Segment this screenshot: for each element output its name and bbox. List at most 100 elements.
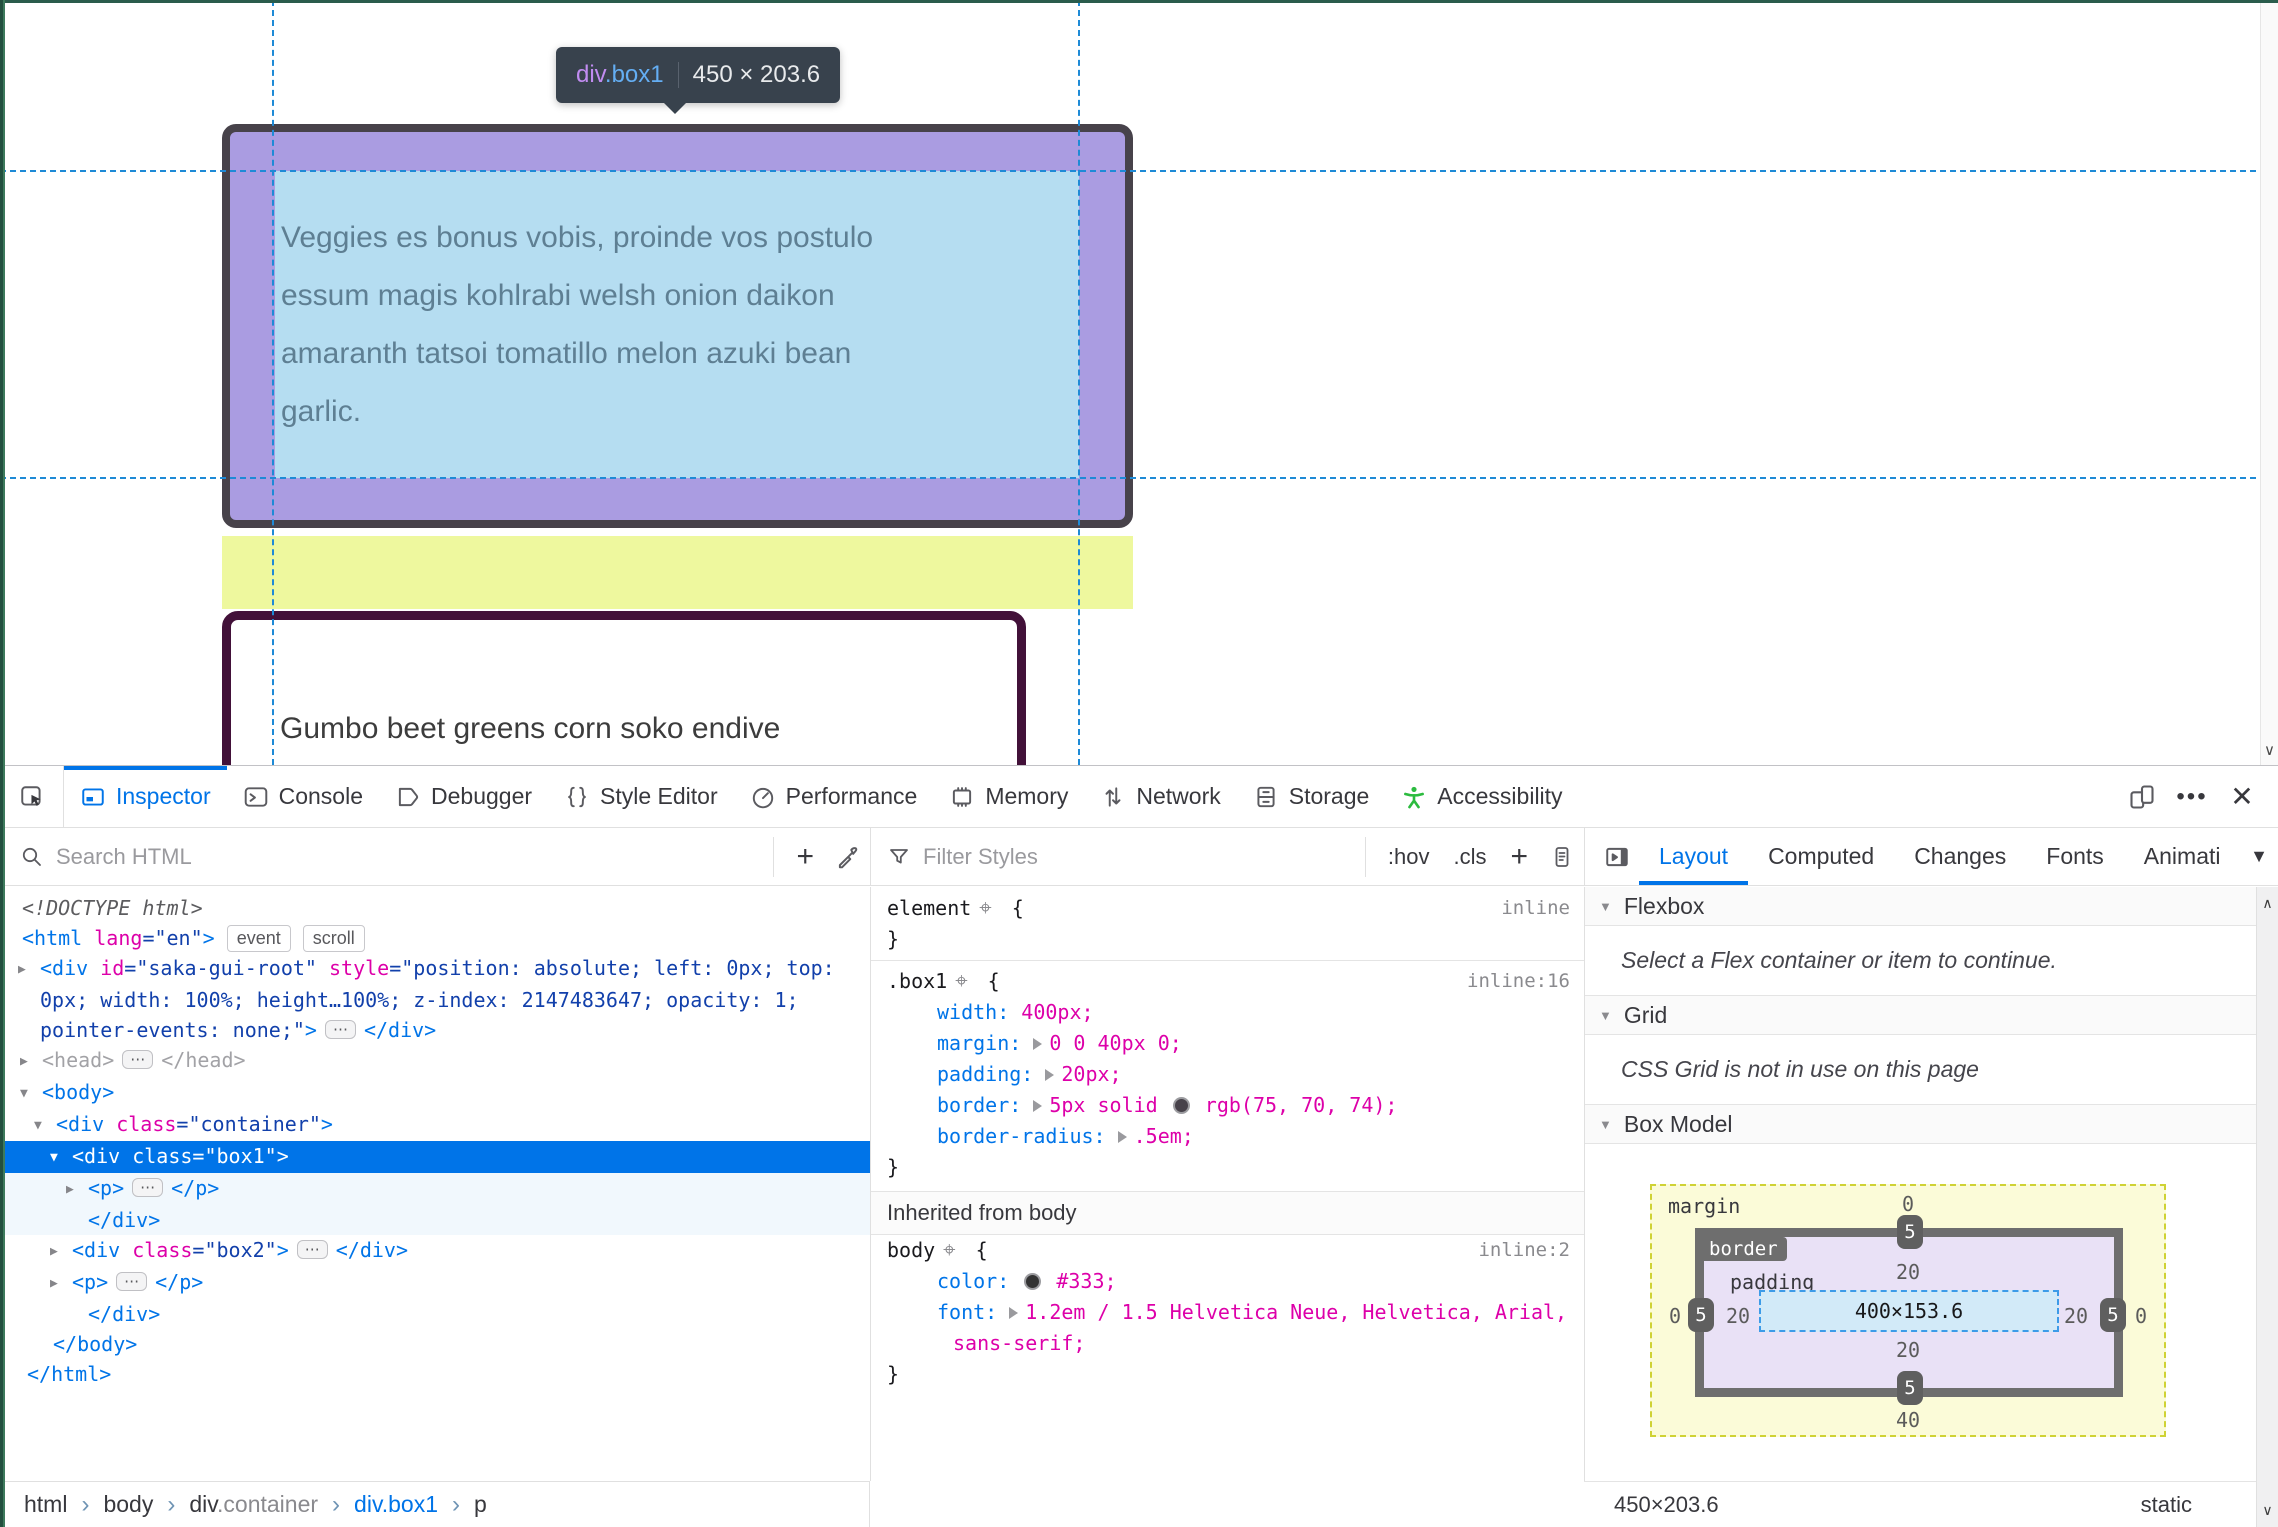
tab-debugger[interactable]: Debugger	[379, 766, 548, 827]
breadcrumb-item[interactable]: p	[474, 1491, 487, 1518]
sidebar-tab-computed[interactable]: Computed	[1748, 828, 1894, 885]
markup-row[interactable]: </html>	[0, 1359, 870, 1389]
markup-row[interactable]: ▼ <body>	[0, 1077, 870, 1109]
css-rule-line[interactable]: border-radius: .5em;	[871, 1121, 1584, 1152]
page-scrollbar[interactable]: ∨	[2260, 0, 2278, 765]
css-rule-line[interactable]: .box1 ⌖ {inline:16	[871, 966, 1584, 997]
markup-row[interactable]: ▶ <p> ⋯ </p>	[0, 1267, 870, 1299]
scroll-down-icon[interactable]: ∨	[2257, 1502, 2278, 1519]
markup-row[interactable]: ▶ <head> ⋯ </head>	[0, 1045, 870, 1077]
grid-section-header[interactable]: ▼ Grid	[1585, 996, 2278, 1035]
highlight-selector-icon[interactable]: ⌖	[935, 1238, 963, 1263]
tab-accessibility[interactable]: Accessibility	[1385, 766, 1578, 827]
sidebar-toggle-button[interactable]	[1595, 835, 1639, 879]
css-rule-line[interactable]: element ⌖ {inline	[871, 893, 1584, 924]
css-rule-line[interactable]: }	[871, 1152, 1584, 1183]
sidebar-tabs-overflow-button[interactable]: ▼	[2244, 828, 2274, 885]
tab-style-editor[interactable]: Style Editor	[548, 766, 734, 827]
breadcrumb-item[interactable]: div.box1	[354, 1491, 438, 1518]
eyedropper-button[interactable]	[826, 835, 870, 879]
markup-row[interactable]: ▶ <div class="box2"> ⋯ </div>	[0, 1235, 870, 1267]
responsive-design-mode-button[interactable]	[2120, 775, 2164, 819]
inline-ellipsis-icon[interactable]: ⋯	[324, 1020, 356, 1039]
border-bottom-value[interactable]: 5	[1897, 1371, 1923, 1405]
sidebar-tab-changes[interactable]: Changes	[1894, 828, 2026, 885]
margin-left-value[interactable]: 0	[1660, 1304, 1690, 1328]
padding-bottom-value[interactable]: 20	[1652, 1338, 2164, 1362]
expand-arrow-icon[interactable]	[1117, 1131, 1127, 1143]
expand-arrow-icon[interactable]	[1033, 1038, 1043, 1050]
markup-row[interactable]: ▶ <div id="saka-gui-root" style="position…	[0, 953, 870, 985]
box-model-diagram[interactable]: margin 0 border padding 5 20 400×153.6 0…	[1650, 1184, 2166, 1437]
highlight-selector-icon[interactable]: ⌖	[947, 969, 975, 994]
filter-styles-input[interactable]	[923, 843, 1303, 870]
scroll-up-icon[interactable]: ∧	[2257, 895, 2278, 912]
color-swatch[interactable]	[1172, 1097, 1190, 1114]
markup-panel[interactable]: <!DOCTYPE html> <html lang="en"> event scro…	[0, 887, 870, 1481]
markup-row[interactable]: ▶ <p> ⋯ </p>	[0, 1173, 870, 1205]
inline-ellipsis-icon[interactable]: ⋯	[122, 1050, 154, 1069]
markup-row[interactable]: </div>	[0, 1299, 870, 1329]
css-rule-line[interactable]: color: #333;	[871, 1266, 1584, 1297]
scroll-down-icon[interactable]: ∨	[2261, 741, 2278, 759]
expand-arrow-icon[interactable]	[1033, 1100, 1043, 1112]
rules-panel[interactable]: element ⌖ {inline} .box1 ⌖ {inline:16 width:…	[870, 887, 1584, 1481]
markup-row-selected[interactable]: ▼ <div class="box1">	[0, 1141, 870, 1173]
highlight-selector-icon[interactable]: ⌖	[971, 896, 999, 921]
css-rule-line[interactable]: border: 5px solid rgb(75, 70, 74);	[871, 1090, 1584, 1121]
css-rule-line[interactable]: margin: 0 0 40px 0;	[871, 1028, 1584, 1059]
markup-row[interactable]: pointer-events: none;"> ⋯ </div>	[0, 1015, 870, 1045]
flexbox-section-header[interactable]: ▼ Flexbox	[1585, 887, 2278, 926]
margin-bottom-value[interactable]: 40	[1652, 1408, 2164, 1432]
layout-panel-scrollbar[interactable]: ∧ ∨	[2256, 887, 2278, 1527]
devtools-menu-button[interactable]: •••	[2170, 775, 2214, 819]
rule-source-link[interactable]: inline:16	[1467, 966, 1570, 997]
twisty-icon[interactable]: ▶	[66, 1175, 88, 1205]
css-rule-line[interactable]: sans-serif;	[871, 1328, 1584, 1359]
toggle-pseudo-class-button[interactable]: :hov	[1376, 844, 1442, 870]
css-rule-line[interactable]: }	[871, 924, 1584, 955]
border-right-value[interactable]: 5	[2100, 1298, 2126, 1332]
markup-row[interactable]: <html lang="en"> event scroll	[0, 923, 870, 953]
tab-inspector[interactable]: Inspector	[64, 766, 227, 827]
search-input[interactable]	[56, 843, 616, 870]
twisty-icon[interactable]: ▼	[50, 1143, 72, 1173]
add-rule-button[interactable]: +	[1498, 840, 1540, 874]
padding-top-value[interactable]: 20	[1652, 1260, 2164, 1284]
border-left-value[interactable]: 5	[1688, 1298, 1714, 1332]
twisty-icon[interactable]: ▶	[20, 1047, 42, 1077]
twisty-icon[interactable]: ▶	[50, 1237, 72, 1267]
markup-row[interactable]: </div>	[0, 1205, 870, 1235]
markup-row[interactable]: <!DOCTYPE html>	[0, 893, 870, 923]
rule-source-link[interactable]: inline	[1501, 893, 1570, 924]
twisty-icon[interactable]: ▶	[18, 955, 40, 985]
expand-arrow-icon[interactable]	[1045, 1069, 1055, 1081]
breadcrumb-item[interactable]: body	[103, 1491, 153, 1518]
toggle-classes-button[interactable]: .cls	[1441, 844, 1498, 870]
box-model-section-header[interactable]: ▼ Box Model	[1585, 1105, 2278, 1144]
color-swatch[interactable]	[1024, 1273, 1042, 1290]
markup-row[interactable]: 0px; width: 100%; height…100%; z-index: …	[0, 985, 870, 1015]
twisty-icon[interactable]: ▶	[50, 1269, 72, 1299]
css-rule-line[interactable]: width: 400px;	[871, 997, 1584, 1028]
print-media-button[interactable]	[1540, 835, 1584, 879]
breadcrumb-item[interactable]: div.container	[189, 1491, 318, 1518]
breadcrumb-item[interactable]: html	[24, 1491, 67, 1518]
css-rule-line[interactable]: body ⌖ {inline:2	[871, 1235, 1584, 1266]
event-badge[interactable]: event	[226, 925, 291, 952]
markup-row[interactable]: </body>	[0, 1329, 870, 1359]
margin-top-value[interactable]: 0	[1652, 1192, 2164, 1216]
inline-ellipsis-icon[interactable]: ⋯	[116, 1272, 148, 1291]
rule-source-link[interactable]: inline:2	[1478, 1235, 1570, 1266]
sidebar-tab-layout[interactable]: Layout	[1639, 828, 1748, 885]
css-rule-line[interactable]: font: 1.2em / 1.5 Helvetica Neue, Helvet…	[871, 1297, 1584, 1328]
tab-network[interactable]: Network	[1084, 766, 1236, 827]
inline-ellipsis-icon[interactable]: ⋯	[296, 1240, 328, 1259]
css-rule-line[interactable]: }	[871, 1359, 1584, 1390]
devtools-close-button[interactable]: ✕	[2220, 775, 2264, 819]
tab-memory[interactable]: Memory	[933, 766, 1084, 827]
pick-element-button[interactable]	[0, 766, 64, 827]
padding-right-value[interactable]: 20	[2058, 1304, 2094, 1328]
sidebar-tab-fonts[interactable]: Fonts	[2026, 828, 2124, 885]
tab-console[interactable]: Console	[227, 766, 379, 827]
